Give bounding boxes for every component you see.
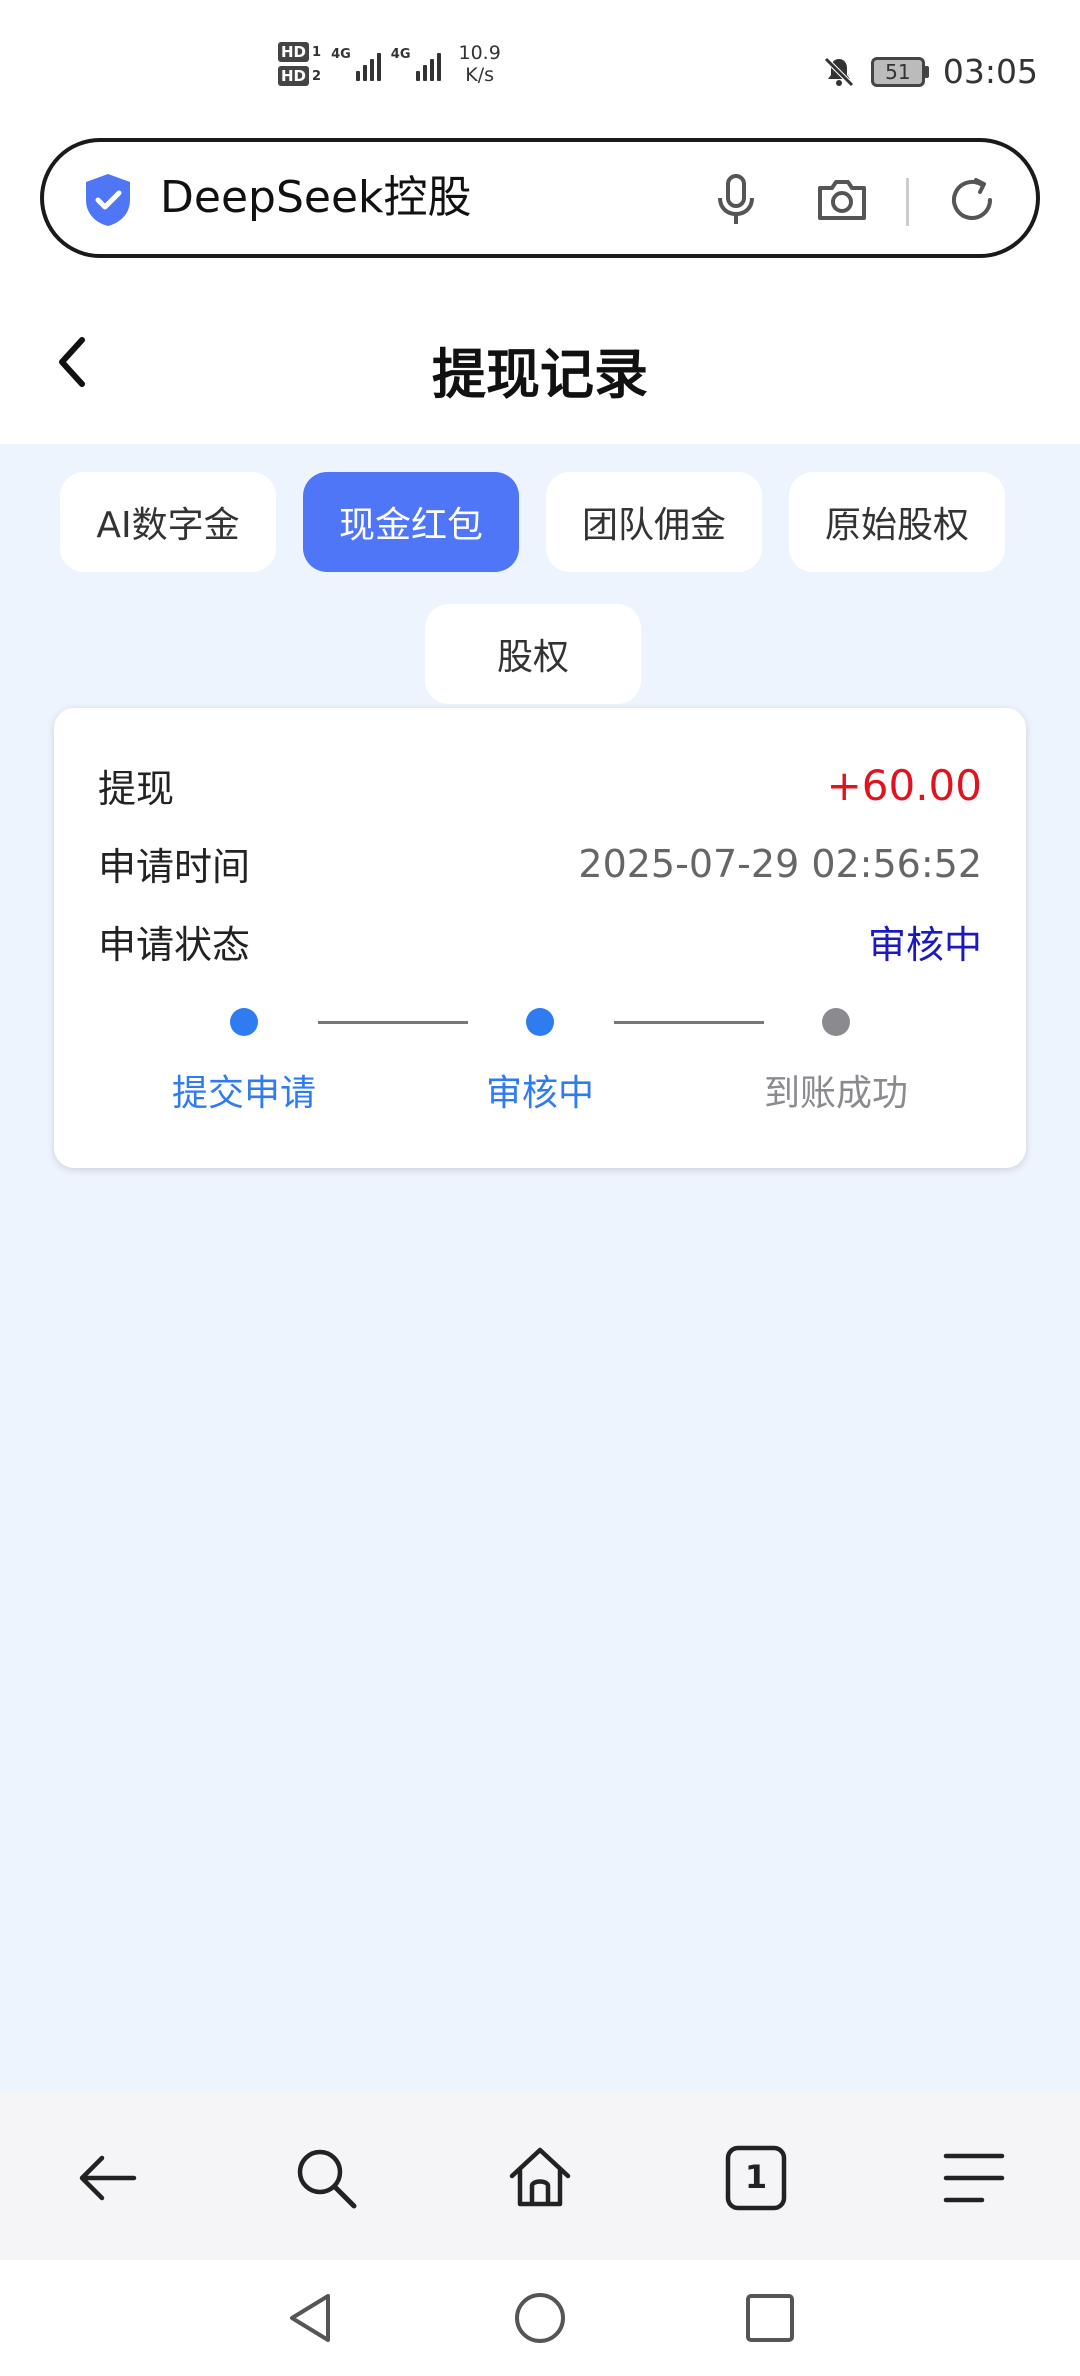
menu-icon[interactable] xyxy=(938,2142,1010,2214)
browser-bottom-nav: 1 xyxy=(0,2092,1080,2260)
step-dot-reviewing xyxy=(526,1008,554,1036)
home-icon[interactable] xyxy=(504,2142,576,2214)
signal-bar xyxy=(422,65,427,81)
step-connector xyxy=(614,1021,764,1024)
back-triangle-icon[interactable] xyxy=(282,2290,338,2346)
battery-tip xyxy=(924,65,929,78)
record-row-status: 申请状态 审核中 xyxy=(98,914,982,969)
record-row-time: 申请时间 2025-07-29 02:56:52 xyxy=(98,836,982,891)
recents-square-icon[interactable] xyxy=(742,2290,798,2346)
page-title: 提现记录 xyxy=(432,343,648,406)
system-nav-bar xyxy=(0,2260,1080,2376)
step-label-arrived: 到账成功 xyxy=(763,1073,908,1114)
battery-level: 51 xyxy=(870,56,925,87)
status-right: 51 03:05 xyxy=(821,52,1038,91)
step-label-reviewing: 审核中 xyxy=(485,1073,594,1114)
clock: 03:05 xyxy=(942,52,1038,91)
sim2-number: 2 xyxy=(312,68,322,84)
sim1-hd-badge: HD xyxy=(278,42,310,62)
signal-bar xyxy=(362,65,367,81)
status-left: HD 1 HD 2 4G 4G 10.9 K/s xyxy=(278,42,501,86)
signal-bar xyxy=(355,71,360,81)
step-label-submitted: 提交申请 xyxy=(171,1073,316,1114)
step-connector xyxy=(318,1021,468,1024)
net-speed-unit: K/s xyxy=(465,64,495,86)
signal-bar xyxy=(376,53,381,81)
search-icon[interactable] xyxy=(290,2142,362,2214)
sim1-indicator: HD 1 xyxy=(278,42,321,62)
tab-equity[interactable]: 股权 xyxy=(425,604,641,704)
time-label: 申请时间 xyxy=(98,845,251,889)
signal2-icon: 4G xyxy=(391,47,441,81)
shield-check-icon xyxy=(86,174,130,226)
tab-count: 1 xyxy=(744,2158,768,2196)
status-label: 申请状态 xyxy=(98,923,251,967)
home-circle-icon[interactable] xyxy=(512,2290,568,2346)
content-area: AI数字金 现金红包 团队佣金 原始股权 股权 提现 +60.00 申请时间 2… xyxy=(0,444,1080,2092)
bell-muted-icon xyxy=(824,56,854,87)
net-speed-value: 10.9 xyxy=(458,42,501,64)
microphone-icon[interactable] xyxy=(708,172,764,228)
signal1-label: 4G xyxy=(331,47,351,62)
address-text[interactable]: DeepSeek控股 xyxy=(160,170,472,226)
type-label: 提现 xyxy=(98,767,175,811)
tab-ai-digital-gold[interactable]: AI数字金 xyxy=(60,472,276,572)
sim-indicators: HD 1 HD 2 xyxy=(278,42,321,86)
arrow-left-icon[interactable] xyxy=(72,2142,144,2214)
address-divider xyxy=(906,178,909,226)
signal-bar xyxy=(429,59,434,81)
step-dot-submitted xyxy=(230,1008,258,1036)
sim2-indicator: HD 2 xyxy=(278,66,321,86)
screen: HD 1 HD 2 4G 4G 10.9 K/s 51 03:05 DeepSe… xyxy=(0,0,1080,2376)
net-speed: 10.9 K/s xyxy=(459,42,501,86)
record-row-amount: 提现 +60.00 xyxy=(98,758,982,813)
sim2-hd-badge: HD xyxy=(278,66,310,86)
tab-original-equity[interactable]: 原始股权 xyxy=(789,472,1005,572)
address-bar[interactable]: DeepSeek控股 xyxy=(40,138,1040,258)
amount-value: +60.00 xyxy=(826,761,982,810)
time-value: 2025-07-29 02:56:52 xyxy=(578,841,982,886)
tabs-icon[interactable]: 1 xyxy=(720,2142,792,2214)
signal-bar xyxy=(369,59,374,81)
withdrawal-record-card: 提现 +60.00 申请时间 2025-07-29 02:56:52 申请状态 … xyxy=(54,708,1026,1168)
tab-team-commission[interactable]: 团队佣金 xyxy=(546,472,762,572)
status-value: 审核中 xyxy=(867,923,982,967)
signal-bar xyxy=(415,71,420,81)
step-dot-arrived xyxy=(822,1008,850,1036)
status-bar: HD 1 HD 2 4G 4G 10.9 K/s 51 03:05 xyxy=(0,0,1080,130)
signal1-icon: 4G xyxy=(331,47,381,81)
sim1-number: 1 xyxy=(312,44,322,60)
page-header: 提现记录 xyxy=(0,290,1080,440)
signal-bar xyxy=(436,53,441,81)
camera-icon[interactable] xyxy=(814,172,870,228)
refresh-icon[interactable] xyxy=(944,172,1000,228)
signal2-label: 4G xyxy=(390,47,411,62)
tab-cash-red-packet[interactable]: 现金红包 xyxy=(303,472,519,572)
battery-icon: 51 xyxy=(870,56,929,87)
